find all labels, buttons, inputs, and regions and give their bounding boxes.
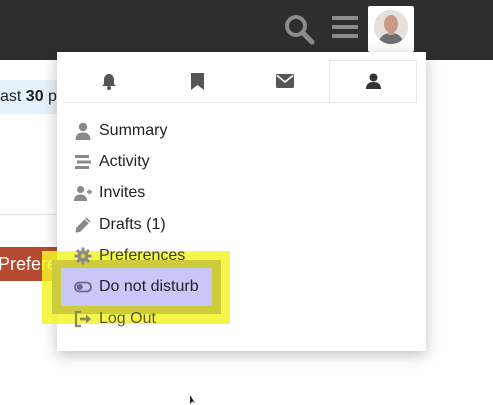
menu-item-label: Log Out	[99, 310, 156, 327]
menu-item-label: Invites	[99, 184, 146, 201]
hamburger-icon[interactable]	[332, 13, 358, 41]
mouse-cursor-icon	[190, 395, 195, 404]
menu-item-do-not-disturb[interactable]: Do not disturb	[57, 271, 426, 302]
tab-profile[interactable]	[329, 60, 417, 102]
menu-item-label: Activity	[99, 153, 150, 170]
bookmark-icon	[190, 72, 204, 90]
stats-number: 30	[25, 88, 44, 105]
user-menu-list: Summary Activity Invites Drafts (1) Pref…	[57, 115, 426, 355]
site-header	[0, 0, 493, 60]
page-divider	[0, 214, 60, 215]
menu-item-label: Preferences	[99, 247, 186, 264]
menu-item-summary[interactable]: Summary	[57, 115, 426, 146]
menu-item-label: Drafts (1)	[99, 216, 166, 233]
current-user-button[interactable]	[368, 6, 414, 52]
stats-suffix: p	[43, 88, 57, 105]
menu-item-label: Do not disturb	[99, 278, 199, 295]
stream-icon	[75, 155, 91, 169]
menu-item-invites[interactable]: Invites	[57, 177, 426, 208]
menu-item-preferences[interactable]: Preferences	[57, 240, 426, 271]
bell-icon	[102, 73, 116, 90]
envelope-icon	[276, 74, 294, 88]
menu-item-log-out[interactable]: Log Out	[57, 303, 426, 334]
gear-icon	[74, 247, 92, 265]
user-menu-tabs	[65, 60, 417, 103]
stats-prefix: ast	[0, 88, 26, 105]
menu-item-activity[interactable]: Activity	[57, 146, 426, 177]
toggle-off-icon	[74, 281, 92, 293]
user-icon	[75, 122, 91, 140]
user-icon	[365, 73, 381, 89]
sign-out-icon	[74, 310, 91, 328]
menu-item-label: Summary	[99, 122, 168, 139]
page-stats-strip: ast 30 p	[0, 80, 60, 114]
menu-item-drafts[interactable]: Drafts (1)	[57, 209, 426, 240]
tab-messages[interactable]	[241, 60, 329, 102]
tab-bookmarks[interactable]	[153, 60, 241, 102]
user-plus-icon	[74, 185, 92, 201]
avatar	[374, 10, 408, 44]
tab-notifications[interactable]	[65, 60, 153, 102]
search-icon[interactable]	[283, 13, 315, 45]
pencil-icon	[75, 217, 91, 233]
